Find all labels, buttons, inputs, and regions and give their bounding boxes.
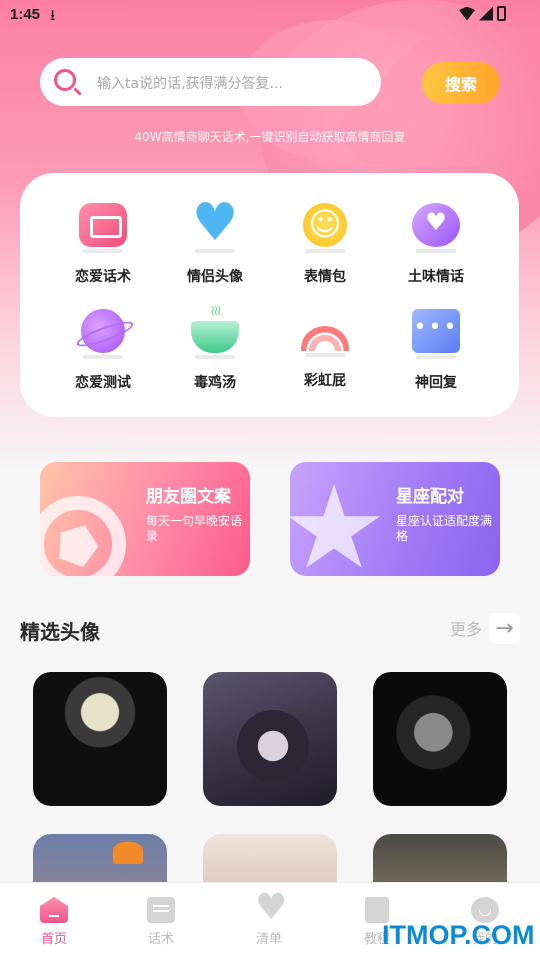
heart-icon bbox=[191, 193, 239, 253]
tab-list[interactable]: 清单 bbox=[229, 887, 309, 947]
message-icon bbox=[147, 897, 175, 923]
heart-bubble-icon bbox=[412, 203, 460, 247]
search-icon bbox=[54, 69, 76, 91]
feature-label: 表情包 bbox=[304, 269, 346, 285]
promo-zodiac-match[interactable]: 星座配对 星座认证适配度满格 bbox=[290, 462, 500, 576]
feature-label: 土味情话 bbox=[408, 269, 464, 285]
feature-cheesy-lines[interactable]: 土味情话 bbox=[381, 203, 491, 286]
status-icons bbox=[459, 6, 506, 21]
smiley-icon bbox=[303, 203, 347, 247]
signal-icon bbox=[479, 6, 493, 21]
home-icon bbox=[40, 897, 68, 923]
star-icon bbox=[290, 484, 381, 568]
tab-label: 话术 bbox=[147, 932, 174, 947]
tab-label: 首页 bbox=[40, 932, 67, 947]
feature-epic-reply[interactable]: 神回复 bbox=[381, 309, 491, 392]
chat-dots-icon bbox=[412, 309, 460, 353]
tab-scripts[interactable]: 话术 bbox=[121, 897, 201, 947]
hero-subtitle: 40W高情商聊天话术,一键识别自动获取高情商回复 bbox=[134, 130, 406, 144]
promo-moments-copy[interactable]: 朋友圈文案 每天一句早晚安语录 bbox=[40, 462, 250, 576]
search-button[interactable]: 搜索 bbox=[422, 62, 500, 104]
tab-label: 清单 bbox=[255, 932, 282, 947]
promo-title: 星座配对 bbox=[396, 487, 464, 507]
wifi-icon bbox=[459, 6, 475, 21]
more-link[interactable]: 更多 bbox=[450, 616, 482, 640]
feature-label: 神回复 bbox=[415, 375, 457, 391]
download-icon: ⭳ bbox=[50, 6, 56, 24]
status-bar: 1:45 ⭳ bbox=[0, 0, 540, 32]
feature-toxic-soup[interactable]: 毒鸡汤 bbox=[160, 303, 270, 392]
heart-icon bbox=[255, 887, 283, 928]
feature-label: 彩虹屁 bbox=[304, 373, 346, 389]
feature-couple-avatar[interactable]: 情侣头像 bbox=[160, 193, 270, 286]
promo-title: 朋友圈文案 bbox=[146, 487, 231, 507]
feature-love-talk[interactable]: 恋爱话术 bbox=[48, 203, 158, 286]
avatar-thumbnail[interactable] bbox=[203, 672, 337, 806]
avatar-thumbnail[interactable] bbox=[373, 672, 507, 806]
feature-grid: 恋爱话术 情侣头像 表情包 土味情话 恋爱测试 毒鸡汤 彩虹屁 神回复 bbox=[20, 173, 519, 417]
feature-love-test[interactable]: 恋爱测试 bbox=[48, 309, 158, 392]
battery-icon bbox=[497, 6, 506, 21]
planet-icon bbox=[81, 309, 125, 353]
status-time: 1:45 bbox=[10, 6, 41, 23]
avatar-thumbnail[interactable] bbox=[33, 672, 167, 806]
promo-desc: 星座认证适配度满格 bbox=[396, 514, 493, 543]
message-square-icon bbox=[79, 203, 127, 247]
promo-desc: 每天一句早晚安语录 bbox=[146, 514, 243, 543]
soup-bowl-icon bbox=[191, 303, 239, 353]
rainbow-icon bbox=[301, 325, 349, 351]
feature-label: 情侣头像 bbox=[187, 269, 243, 285]
feature-flattery[interactable]: 彩虹屁 bbox=[270, 309, 380, 390]
feature-stickers[interactable]: 表情包 bbox=[270, 203, 380, 286]
feature-label: 恋爱话术 bbox=[75, 269, 131, 285]
tab-home[interactable]: 首页 bbox=[14, 897, 94, 947]
section-title: 精选头像 bbox=[20, 620, 100, 644]
search-input[interactable]: 输入ta说的话,获得满分答复... bbox=[40, 58, 381, 106]
arrow-right-icon[interactable]: → bbox=[489, 613, 520, 644]
search-placeholder: 输入ta说的话,获得满分答复... bbox=[97, 76, 283, 92]
site-watermark: ITMOP.COM bbox=[382, 920, 535, 950]
feature-label: 毒鸡汤 bbox=[194, 375, 236, 391]
feature-label: 恋爱测试 bbox=[75, 375, 131, 391]
aperture-icon bbox=[40, 496, 126, 576]
